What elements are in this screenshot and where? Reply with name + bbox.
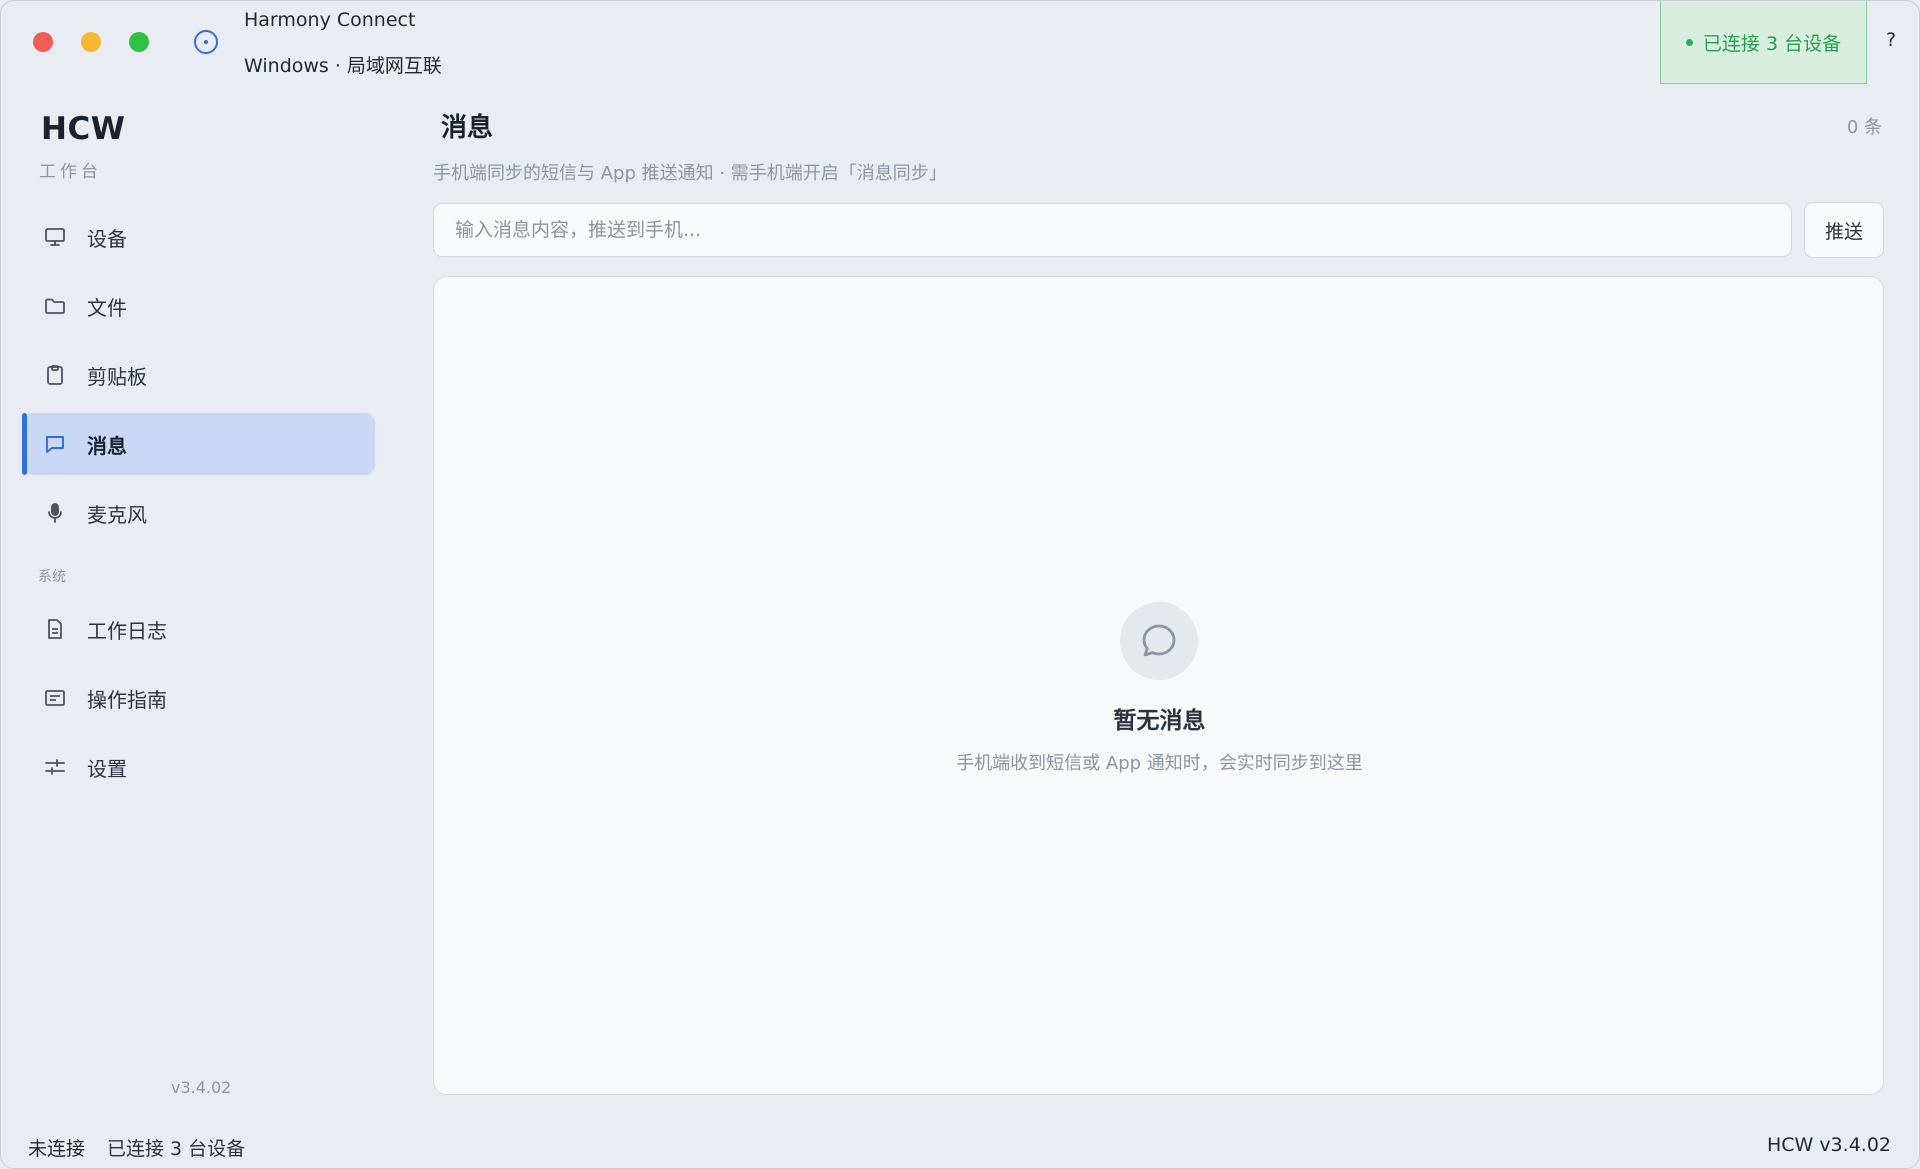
document-icon (43, 617, 67, 641)
maximize-window-button[interactable] (129, 32, 149, 52)
help-button[interactable]: ? (1879, 29, 1903, 55)
sidebar-item-label: 文件 (87, 295, 127, 320)
send-button[interactable]: 推送 (1804, 202, 1884, 258)
title-bar: Harmony Connect Windows · 局域网互联 已连接 3 台设… (1, 1, 1919, 85)
close-window-button[interactable] (33, 32, 53, 52)
sidebar-item-microphone[interactable]: 麦克风 (23, 482, 375, 544)
guide-icon (43, 686, 67, 710)
status-app-version: HCW v3.4.02 (1766, 1134, 1891, 1156)
chat-bubble-icon (1120, 602, 1198, 680)
brand-title: HCW (41, 111, 126, 147)
brand-subtitle: 工作台 (39, 162, 102, 182)
sidebar-item-label: 设置 (87, 756, 127, 781)
sidebar-item-work-log[interactable]: 工作日志 (23, 598, 375, 660)
empty-state-description: 手机端收到短信或 App 通知时，会实时同步到这里 (956, 753, 1363, 774)
page-title: 消息 (441, 113, 494, 143)
sidebar-item-files[interactable]: 文件 (23, 275, 375, 337)
sidebar-item-clipboard[interactable]: 剪贴板 (23, 344, 375, 406)
monitor-icon (43, 225, 67, 249)
app-name: Harmony Connect (244, 9, 416, 31)
folder-icon (43, 294, 67, 318)
empty-state-title: 暂无消息 (1113, 708, 1206, 734)
microphone-icon (43, 501, 67, 525)
clipboard-icon (43, 363, 67, 387)
sidebar-section-system: 系统 (38, 569, 66, 585)
status-devices: 已连接 3 台设备 (107, 1138, 246, 1160)
connection-status-label: 已连接 3 台设备 (1702, 32, 1842, 55)
sidebar-item-label: 工作日志 (87, 618, 167, 643)
status-dot-icon (1685, 38, 1693, 46)
sidebar-item-guide[interactable]: 操作指南 (23, 667, 375, 729)
minimize-window-button[interactable] (81, 32, 101, 52)
message-count: 0 条 (1846, 117, 1882, 138)
sidebar-version: v3.4.02 (171, 1078, 232, 1097)
sidebar-item-label: 设备 (87, 226, 127, 251)
message-list-panel: 暂无消息 手机端收到短信或 App 通知时，会实时同步到这里 (433, 276, 1884, 1095)
connection-status-badge[interactable]: 已连接 3 台设备 (1660, 1, 1867, 84)
sidebar-item-messages[interactable]: 消息 (22, 413, 375, 475)
status-connection: 未连接 (28, 1138, 86, 1160)
app-subtitle: Windows · 局域网互联 (244, 55, 442, 77)
message-input[interactable] (433, 203, 1792, 257)
app-logo-icon (193, 29, 219, 55)
sidebar-item-label: 剪贴板 (87, 364, 147, 389)
sidebar-item-devices[interactable]: 设备 (23, 206, 375, 268)
sidebar-item-label: 消息 (87, 433, 127, 458)
sidebar-item-label: 操作指南 (87, 687, 167, 712)
sliders-icon (43, 755, 67, 779)
page-description: 手机端同步的短信与 App 推送通知 · 需手机端开启「消息同步」 (433, 163, 947, 184)
sidebar-item-label: 麦克风 (87, 502, 147, 527)
sidebar-item-settings[interactable]: 设置 (23, 736, 375, 798)
app-window: Harmony Connect Windows · 局域网互联 已连接 3 台设… (0, 0, 1920, 1169)
message-icon (43, 432, 67, 456)
